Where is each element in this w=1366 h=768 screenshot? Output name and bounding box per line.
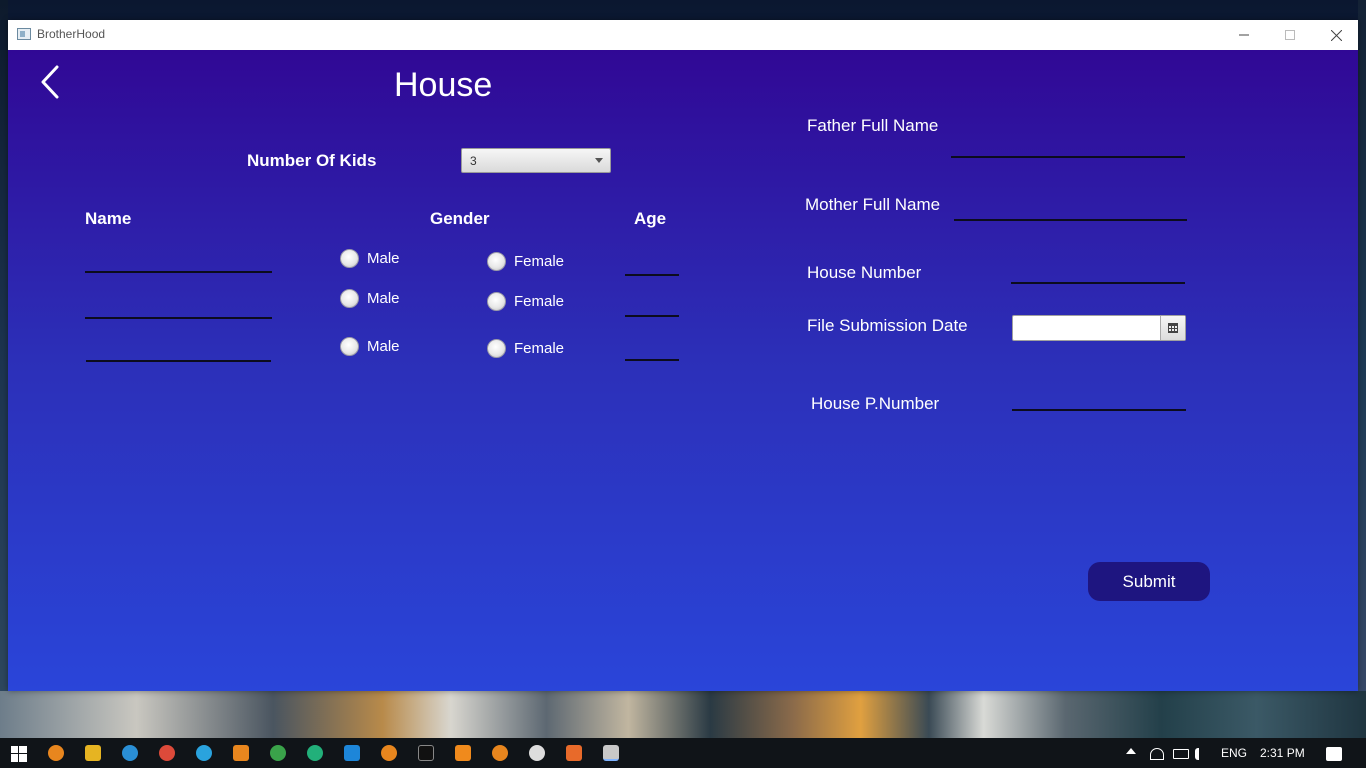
house-number-field[interactable] — [1011, 282, 1185, 284]
female-label: Female — [514, 340, 565, 357]
kid-1-male-radio[interactable]: Male — [340, 249, 400, 268]
close-button[interactable] — [1313, 20, 1359, 50]
mother-name-field[interactable] — [954, 219, 1187, 221]
notifications-icon[interactable] — [1326, 747, 1342, 761]
female-label: Female — [514, 253, 565, 270]
desktop-background-right — [1358, 0, 1366, 738]
radio-circle — [487, 252, 506, 271]
main-content: House Number Of Kids 3 Name Gender Age M… — [8, 50, 1358, 691]
kids-count-value: 3 — [470, 154, 477, 168]
minimize-icon — [1239, 34, 1249, 36]
file-submission-date-picker[interactable] — [1012, 315, 1186, 341]
date-label: File Submission Date — [807, 316, 968, 335]
father-name-label: Father Full Name — [807, 116, 939, 135]
age-column-header: Age — [634, 209, 667, 228]
title-bar[interactable]: BrotherHood — [8, 20, 1358, 50]
desktop-background-bottom — [0, 691, 1366, 738]
kid-2-name-field[interactable] — [85, 317, 272, 319]
clock[interactable]: 2:31 PM — [1260, 746, 1305, 760]
kid-1-name-field[interactable] — [85, 271, 272, 273]
father-name-field[interactable] — [951, 156, 1185, 158]
page-title: House — [394, 66, 493, 104]
taskbar-app-icon[interactable] — [48, 745, 64, 761]
taskbar: ENG 2:31 PM — [0, 738, 1366, 768]
kid-3-male-radio[interactable]: Male — [340, 337, 400, 356]
volume-icon[interactable] — [1195, 748, 1207, 760]
xampp-icon[interactable] — [566, 745, 582, 761]
calendar-button[interactable] — [1160, 316, 1185, 340]
male-label: Male — [367, 250, 400, 267]
name-column-header: Name — [85, 209, 132, 228]
maximize-icon — [1285, 30, 1295, 40]
male-label: Male — [367, 338, 400, 355]
radio-circle — [340, 289, 359, 308]
chevron-up-icon[interactable] — [1126, 748, 1136, 754]
window-title: BrotherHood — [37, 27, 106, 41]
intellij-icon[interactable] — [418, 745, 434, 761]
male-label: Male — [367, 290, 400, 307]
mother-name-label: Mother Full Name — [805, 195, 941, 214]
battery-icon[interactable] — [1173, 749, 1189, 759]
kid-3-name-field[interactable] — [86, 360, 271, 362]
telegram-icon[interactable] — [196, 745, 212, 761]
language-indicator[interactable]: ENG — [1221, 746, 1247, 760]
kid-2-female-radio[interactable]: Female — [487, 292, 564, 311]
kid-2-male-radio[interactable]: Male — [340, 289, 400, 308]
windows-start-icon[interactable] — [11, 746, 27, 767]
calendar-icon — [1168, 323, 1178, 333]
kid-2-age-field[interactable] — [625, 315, 679, 317]
radio-circle — [340, 249, 359, 268]
taskbar-app-icon[interactable] — [381, 745, 397, 761]
kid-3-age-field[interactable] — [625, 359, 679, 361]
submit-button[interactable]: Submit — [1088, 562, 1210, 601]
desktop-background-left — [0, 0, 8, 738]
kid-1-female-radio[interactable]: Female — [487, 252, 564, 271]
maximize-button[interactable] — [1267, 20, 1313, 50]
radio-circle — [487, 292, 506, 311]
close-icon — [1330, 29, 1342, 41]
taskbar-app-icon[interactable] — [270, 745, 286, 761]
radio-circle — [487, 339, 506, 358]
female-label: Female — [514, 293, 565, 310]
dropdown-caret-icon — [595, 158, 603, 163]
taskbar-app-icon[interactable] — [233, 745, 249, 761]
gender-column-header: Gender — [430, 209, 490, 228]
wifi-icon[interactable] — [1150, 748, 1164, 760]
house-phone-label: House P.Number — [811, 394, 940, 413]
house-phone-field[interactable] — [1012, 409, 1186, 411]
kids-count-select[interactable]: 3 — [461, 148, 611, 173]
kids-count-label: Number Of Kids — [247, 151, 377, 170]
kid-3-female-radio[interactable]: Female — [487, 339, 564, 358]
radio-circle — [340, 337, 359, 356]
kid-1-age-field[interactable] — [625, 274, 679, 276]
taskbar-app-icon[interactable] — [307, 745, 323, 761]
minimize-button[interactable] — [1221, 20, 1267, 50]
app-window: BrotherHood House Number Of Kids 3 Name … — [8, 20, 1358, 691]
house-number-label: House Number — [807, 263, 922, 282]
back-arrow-icon — [41, 65, 59, 99]
chrome-browser-icon[interactable] — [159, 745, 175, 761]
edge-browser-icon[interactable] — [122, 745, 138, 761]
vscode-icon[interactable] — [344, 745, 360, 761]
java-app-icon[interactable] — [603, 745, 619, 761]
app-icon — [17, 28, 31, 40]
search-icon[interactable] — [492, 745, 508, 761]
file-explorer-icon[interactable] — [85, 745, 101, 761]
back-button[interactable] — [38, 64, 62, 100]
vlc-icon[interactable] — [455, 745, 471, 761]
obs-icon[interactable] — [529, 745, 545, 761]
